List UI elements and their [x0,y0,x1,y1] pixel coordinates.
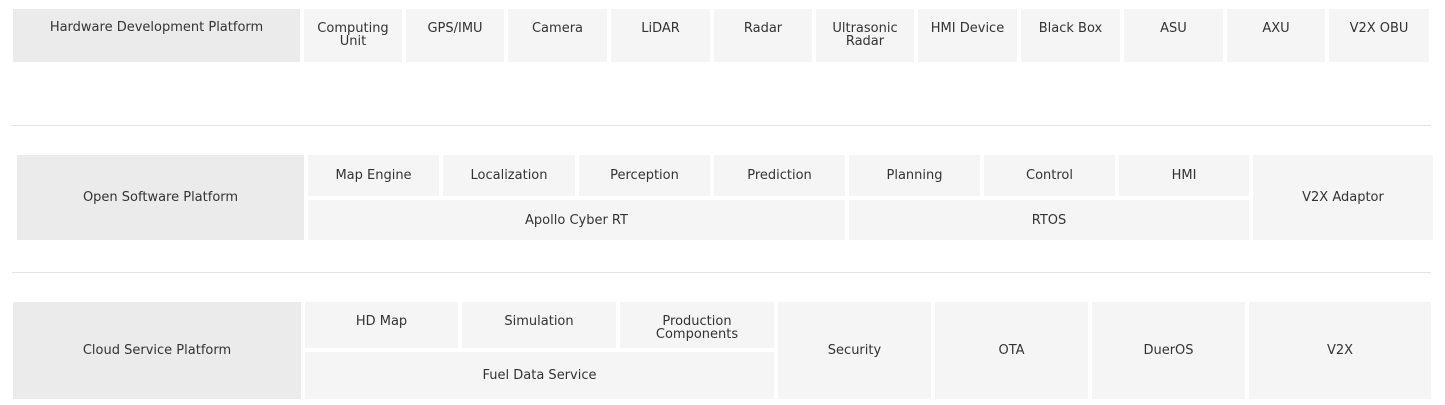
sw-localization: Localization [443,155,575,196]
sw-hmi: HMI [1119,155,1249,196]
cloud-dueros: DuerOS [1092,302,1245,399]
hw-ultrasonic-radar: Ultrasonic Radar [816,9,914,62]
cloud-hd-map: HD Map [305,302,458,348]
hw-black-box: Black Box [1021,9,1120,62]
hw-computing-unit: Computing Unit [304,9,402,62]
hw-axu: AXU [1227,9,1325,62]
sw-perception: Perception [579,155,710,196]
section-divider [12,272,1431,273]
hardware-platform-title: Hardware Development Platform [13,9,300,62]
cloud-fuel-data-service: Fuel Data Service [305,352,774,399]
cloud-v2x: V2X [1249,302,1431,399]
sw-v2x-adaptor: V2X Adaptor [1253,155,1433,240]
hw-asu: ASU [1124,9,1223,62]
sw-rtos: RTOS [849,200,1249,240]
sw-control: Control [984,155,1115,196]
hw-hmi-device: HMI Device [918,9,1017,62]
hw-camera: Camera [508,9,607,62]
cloud-security: Security [778,302,931,399]
sw-prediction: Prediction [714,155,845,196]
cloud-production-components: Production Components [620,302,774,348]
hw-radar: Radar [714,9,812,62]
hw-v2x-obu: V2X OBU [1329,9,1429,62]
hw-gps-imu: GPS/IMU [406,9,504,62]
cloud-platform-title: Cloud Service Platform [13,302,301,399]
hw-lidar: LiDAR [611,9,710,62]
software-platform-title: Open Software Platform [17,155,304,240]
sw-map-engine: Map Engine [308,155,439,196]
sw-apollo-cyber-rt: Apollo Cyber RT [308,200,845,240]
cloud-ota: OTA [935,302,1088,399]
sw-planning: Planning [849,155,980,196]
cloud-simulation: Simulation [462,302,616,348]
section-divider [12,125,1431,126]
